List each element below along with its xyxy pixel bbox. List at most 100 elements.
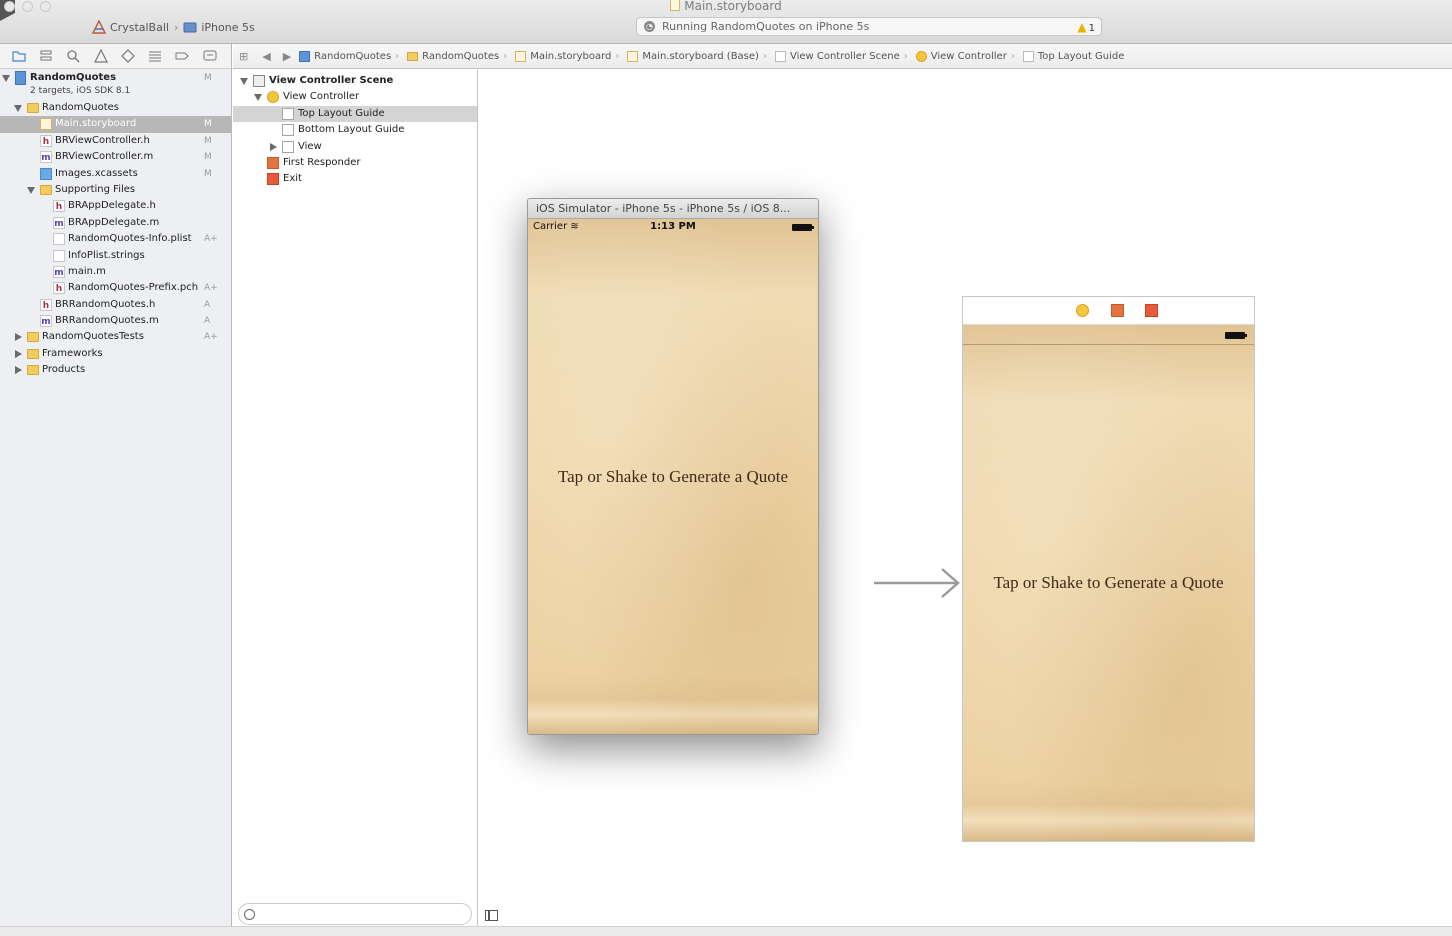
tree-row-file[interactable]: h RandomQuotes-Prefix.pch A+ xyxy=(0,280,231,296)
battery-icon xyxy=(792,224,814,231)
scene-icon xyxy=(774,50,786,62)
tree-row-file[interactable]: h BRViewController.h M xyxy=(0,133,231,149)
tree-row-group[interactable]: Products xyxy=(0,362,231,378)
issue-navigator-tab-icon[interactable] xyxy=(94,49,108,63)
simulator-title: iOS Simulator - iPhone 5s - iPhone 5s / … xyxy=(536,202,791,215)
outline-row-scene[interactable]: View Controller Scene xyxy=(233,73,477,89)
exit-icon[interactable] xyxy=(1145,304,1158,317)
disclosure-open-icon[interactable] xyxy=(240,78,248,85)
disclosure-open-icon[interactable] xyxy=(254,94,262,102)
scene-dock xyxy=(963,297,1254,325)
tree-row-group[interactable]: Supporting Files xyxy=(0,182,231,198)
disclosure-closed-icon[interactable] xyxy=(15,333,22,342)
outline-row-bottom-layout-guide[interactable]: Bottom Layout Guide xyxy=(233,122,477,138)
breadcrumb-label: RandomQuotes xyxy=(422,50,500,62)
breadcrumb-label: Top Layout Guide xyxy=(1037,50,1125,62)
project-navigator-tab-icon[interactable] xyxy=(12,49,26,63)
outline-item-label: Top Layout Guide xyxy=(298,107,385,119)
activity-icon: ◔ xyxy=(644,21,655,32)
breadcrumb-scene[interactable]: View Controller Scene › xyxy=(767,50,908,62)
simulator-screen[interactable]: Carrier ≋ 1:13 PM Tap or Shake to Genera… xyxy=(528,219,818,734)
folder-icon xyxy=(27,348,39,359)
tree-row-file[interactable]: InfoPlist.strings xyxy=(0,248,231,264)
breadcrumb-group[interactable]: RandomQuotes › xyxy=(399,51,507,62)
activity-viewer: ◔ Running RandomQuotes on iPhone 5s ▲ 1 xyxy=(636,17,1102,36)
toolbar: Main.storyboard CrystalBall › iPhone 5s … xyxy=(0,0,1452,44)
tree-row-file[interactable]: h BRAppDelegate.h xyxy=(0,198,231,214)
disclosure-closed-icon[interactable] xyxy=(270,142,277,151)
disclosure-open-icon[interactable] xyxy=(2,75,10,82)
show-document-outline-icon[interactable] xyxy=(485,910,498,921)
first-responder-icon[interactable] xyxy=(1111,304,1124,317)
tree-item-label: BRViewController.h xyxy=(55,134,150,146)
disclosure-open-icon[interactable] xyxy=(27,186,35,194)
outline-row-view-controller[interactable]: View Controller xyxy=(233,89,477,105)
disclosure-closed-icon[interactable] xyxy=(15,366,22,375)
outline-filter-field[interactable] xyxy=(238,903,472,925)
storyboard-canvas[interactable]: iOS Simulator - iPhone 5s - iPhone 5s / … xyxy=(479,70,1452,928)
scm-badge: M xyxy=(204,135,212,146)
ios-simulator-window[interactable]: iOS Simulator - iPhone 5s - iPhone 5s / … xyxy=(527,198,819,735)
related-items-icon[interactable]: ⊞ xyxy=(239,50,248,63)
tree-item-label: Images.xcassets xyxy=(55,167,138,179)
find-navigator-tab-icon[interactable] xyxy=(66,49,80,63)
test-navigator-tab-icon[interactable] xyxy=(121,49,135,63)
breadcrumb-localization[interactable]: Main.storyboard (Base) › xyxy=(619,50,767,62)
simulator-title-bar[interactable]: iOS Simulator - iPhone 5s - iPhone 5s / … xyxy=(528,199,818,219)
first-responder-icon xyxy=(267,156,279,169)
log-navigator-tab-icon[interactable] xyxy=(203,49,217,63)
breadcrumb-file[interactable]: Main.storyboard › xyxy=(507,50,619,62)
implementation-file-icon: m xyxy=(53,265,65,278)
breadcrumb-layout-guide[interactable]: Top Layout Guide xyxy=(1015,50,1125,62)
tree-row-file[interactable]: m main.m xyxy=(0,264,231,280)
breakpoint-navigator-tab-icon[interactable] xyxy=(175,49,189,63)
disclosure-closed-icon[interactable] xyxy=(15,349,22,358)
plist-file-icon xyxy=(53,233,65,246)
tree-row-file[interactable]: RandomQuotes-Info.plist A+ xyxy=(0,231,231,247)
tree-row-file[interactable]: m BRRandomQuotes.m A xyxy=(0,313,231,329)
back-arrow-icon[interactable]: ◀ xyxy=(262,50,270,63)
layout-guide-icon xyxy=(282,124,294,137)
tree-row-file[interactable]: h BRRandomQuotes.h A xyxy=(0,297,231,313)
tree-row-group[interactable]: RandomQuotesTests A+ xyxy=(0,329,231,345)
tree-row-group[interactable]: RandomQuotes xyxy=(0,100,231,116)
tree-row-main-storyboard[interactable]: Main.storyboard M xyxy=(0,116,231,133)
outline-row-view[interactable]: View xyxy=(233,139,477,155)
quote-label[interactable]: Tap or Shake to Generate a Quote xyxy=(963,573,1254,593)
tree-row-project[interactable]: RandomQuotes 2 targets, iOS SDK 8.1 M xyxy=(0,70,231,100)
debug-navigator-tab-icon[interactable] xyxy=(148,49,162,63)
breadcrumb-view-controller[interactable]: View Controller › xyxy=(908,50,1015,62)
scm-badge: A xyxy=(204,299,211,310)
scm-badge: M xyxy=(204,168,212,179)
warning-indicator[interactable]: ▲ 1 xyxy=(1077,20,1095,34)
filter-icon xyxy=(244,909,255,920)
view-controller-scene[interactable]: Tap or Shake to Generate a Quote xyxy=(962,296,1255,842)
disclosure-open-icon[interactable] xyxy=(14,105,22,112)
top-layout-guide[interactable] xyxy=(963,325,1254,345)
scene-view[interactable]: Tap or Shake to Generate a Quote xyxy=(963,325,1254,841)
folder-icon xyxy=(40,184,52,195)
jump-bar: ⊞ ◀ ▶ RandomQuotes › RandomQuotes › Main.s… xyxy=(233,44,1452,69)
scheme-selector[interactable]: CrystalBall › iPhone 5s xyxy=(92,20,255,34)
forward-arrow-icon[interactable]: ▶ xyxy=(283,50,291,63)
folder-icon xyxy=(27,332,39,343)
device-icon xyxy=(183,22,197,33)
tree-row-file[interactable]: m BRAppDelegate.m xyxy=(0,215,231,231)
view-controller-icon[interactable] xyxy=(1076,304,1089,317)
outline-item-label: First Responder xyxy=(283,156,361,168)
tree-row-group[interactable]: Frameworks xyxy=(0,346,231,362)
outline-row-top-layout-guide[interactable]: Top Layout Guide xyxy=(233,105,477,123)
outline-row-first-responder[interactable]: First Responder xyxy=(233,155,477,171)
folder-icon xyxy=(27,103,39,113)
tree-item-label: Supporting Files xyxy=(55,183,136,195)
scm-badge: M xyxy=(204,152,212,163)
breadcrumb-project[interactable]: RandomQuotes › xyxy=(291,50,399,62)
scm-badge: M xyxy=(204,119,212,130)
scm-badge: A+ xyxy=(204,332,218,343)
outline-row-exit[interactable]: Exit xyxy=(233,171,477,187)
tree-row-file[interactable]: Images.xcassets M xyxy=(0,166,231,182)
symbol-navigator-tab-icon[interactable] xyxy=(39,49,53,63)
tree-row-file[interactable]: m BRViewController.m M xyxy=(0,149,231,165)
window-title: Main.storyboard xyxy=(0,0,1452,13)
scene-icon xyxy=(253,75,265,87)
